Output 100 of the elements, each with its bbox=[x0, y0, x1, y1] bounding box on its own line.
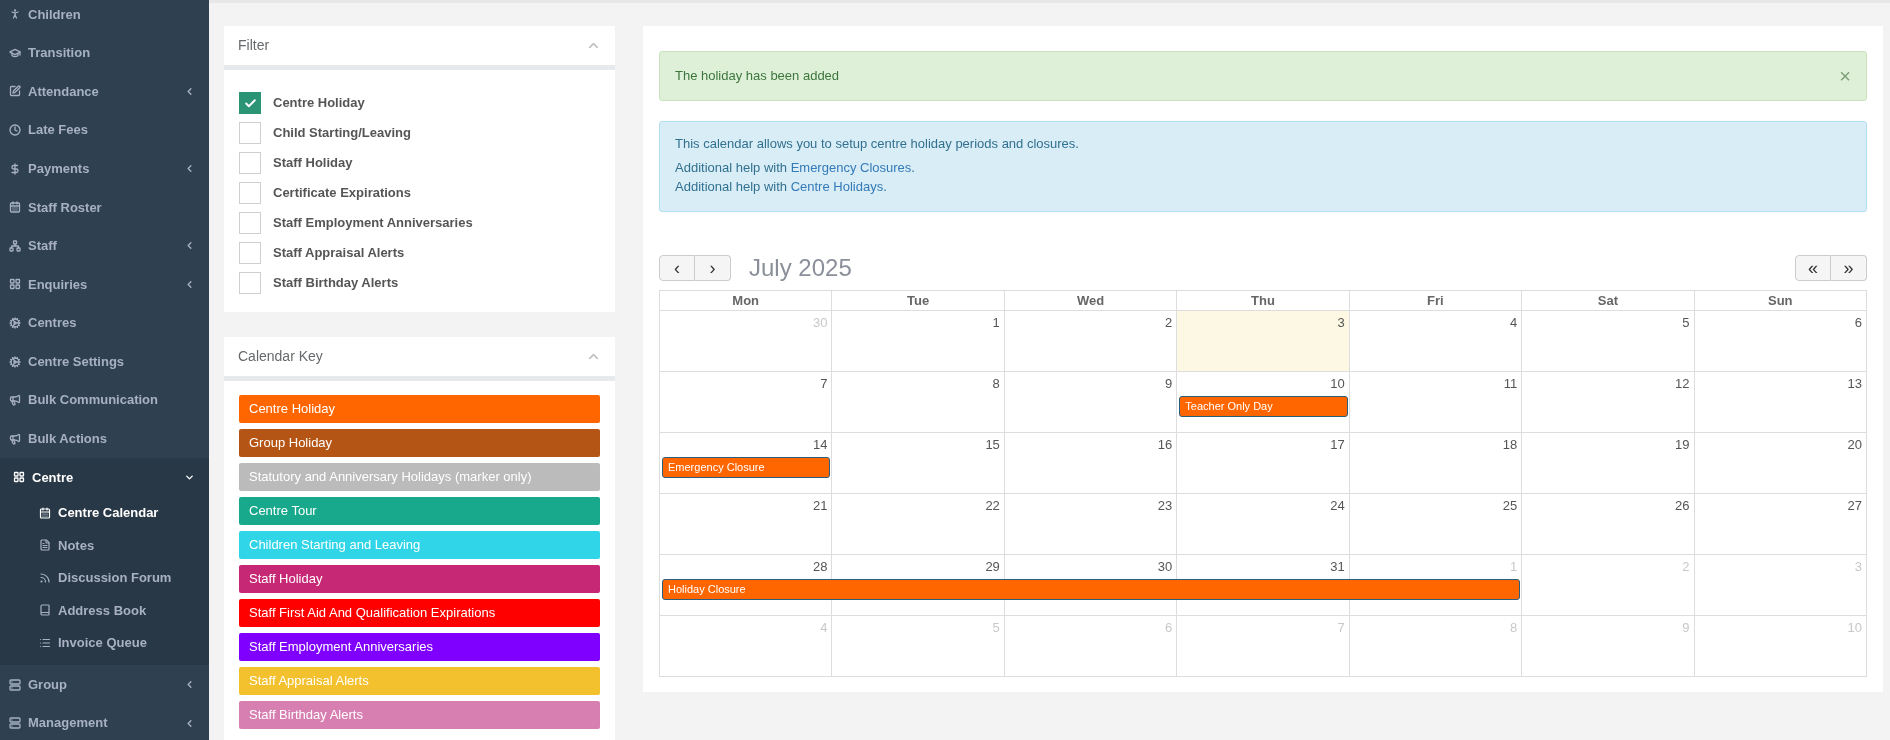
sidebar-item[interactable]: Centre Settings bbox=[0, 342, 209, 381]
day-cell[interactable]: 25 bbox=[1349, 493, 1523, 555]
day-cell[interactable]: 3 bbox=[1177, 310, 1350, 372]
weekday-header: Tue bbox=[832, 290, 1005, 311]
sidebar-item[interactable]: Late Fees bbox=[0, 110, 209, 150]
submenu-item[interactable]: Discussion Forum bbox=[0, 561, 209, 595]
check-icon bbox=[243, 96, 257, 110]
checkbox-label: Staff Holiday bbox=[273, 154, 353, 173]
day-cell[interactable]: 18 bbox=[1349, 432, 1523, 494]
checkbox-label: Centre Holiday bbox=[273, 94, 365, 113]
day-cell[interactable]: 5 bbox=[1522, 310, 1695, 372]
submenu-item[interactable]: Address Book bbox=[0, 594, 209, 627]
sidebar-item[interactable]: Bulk Communication bbox=[0, 380, 209, 420]
legend-item: Group Holiday bbox=[239, 429, 600, 457]
weekday-header: Sat bbox=[1522, 290, 1695, 311]
checkbox-label: Certificate Expirations bbox=[273, 184, 411, 203]
legend-item: Centre Holiday bbox=[239, 395, 600, 423]
day-number: 21 bbox=[812, 496, 828, 515]
edit-icon bbox=[9, 85, 21, 98]
sidebar-item[interactable]: Bulk Actions bbox=[0, 419, 209, 459]
day-cell[interactable]: 7 bbox=[660, 371, 833, 433]
day-cell[interactable]: 17 bbox=[1177, 432, 1350, 494]
info-text: Additional help with Centre Holidays. bbox=[675, 179, 887, 194]
server-icon bbox=[9, 717, 21, 730]
sidebar-item[interactable]: Payments bbox=[0, 149, 209, 188]
day-number: 6 bbox=[1854, 313, 1862, 332]
sidebar-item[interactable]: Group bbox=[0, 665, 209, 704]
sidebar-item[interactable]: Staff Roster bbox=[0, 187, 209, 227]
day-cell[interactable]: 16 bbox=[1004, 432, 1178, 494]
day-cell[interactable]: 13 bbox=[1694, 371, 1867, 433]
calendar-event[interactable]: Holiday Closure bbox=[662, 578, 1521, 600]
day-number: 28 bbox=[812, 557, 828, 576]
checkbox-label: Staff Appraisal Alerts bbox=[273, 244, 405, 263]
server-icon bbox=[9, 678, 21, 691]
next-button[interactable]: › bbox=[695, 254, 731, 281]
gear-icon bbox=[9, 355, 21, 368]
day-cell[interactable]: 26 bbox=[1522, 493, 1695, 555]
submenu-item[interactable]: Invoice Queue bbox=[0, 626, 209, 660]
day-number: 15 bbox=[985, 435, 1000, 454]
sidebar-item[interactable]: Attendance bbox=[0, 72, 209, 111]
legend-item: Staff Holiday bbox=[239, 565, 600, 593]
sidebar-item[interactable]: Centres bbox=[0, 303, 209, 343]
checkbox[interactable] bbox=[239, 182, 261, 204]
checkbox-label: Child Starting/Leaving bbox=[273, 124, 411, 143]
previous-year-button[interactable]: « bbox=[1795, 254, 1831, 281]
day-cell[interactable]: 27 bbox=[1694, 493, 1867, 555]
checkbox[interactable] bbox=[239, 272, 261, 294]
calendar-event[interactable]: Emergency Closure bbox=[662, 456, 831, 478]
day-number: 10 bbox=[1330, 374, 1345, 393]
day-cell[interactable]: 22 bbox=[832, 493, 1005, 555]
list-icon bbox=[39, 636, 51, 649]
legend-item: Staff First Aid And Qualification Expirations bbox=[239, 599, 600, 627]
day-cell[interactable]: 1 bbox=[832, 310, 1005, 372]
submenu-item[interactable]: Notes bbox=[0, 529, 209, 562]
sidebar-item[interactable]: Children bbox=[0, 0, 209, 34]
sidebar-item[interactable]: Staff bbox=[0, 226, 209, 266]
day-number: 16 bbox=[1157, 435, 1173, 454]
day-cell[interactable]: 8 bbox=[832, 371, 1005, 433]
gear-icon bbox=[9, 317, 21, 330]
day-cell[interactable]: 21 bbox=[660, 493, 833, 555]
day-cell[interactable]: 23 bbox=[1004, 493, 1178, 555]
grid-icon bbox=[9, 278, 21, 291]
day-number: 19 bbox=[1675, 435, 1690, 454]
day-cell[interactable]: 20 bbox=[1694, 432, 1867, 494]
day-number: 20 bbox=[1847, 435, 1862, 454]
checkbox[interactable] bbox=[239, 122, 261, 144]
checkbox[interactable] bbox=[239, 212, 261, 234]
day-cell[interactable]: 6 bbox=[1694, 310, 1867, 372]
day-number: 3 bbox=[1337, 313, 1345, 332]
checkbox[interactable] bbox=[239, 152, 261, 174]
legend-item: Staff Birthday Alerts bbox=[239, 701, 600, 729]
day-number: 14 bbox=[812, 435, 828, 454]
sitemap-icon bbox=[9, 239, 21, 252]
next-year-button[interactable]: » bbox=[1831, 254, 1867, 281]
submenu-item[interactable]: Centre Calendar bbox=[0, 496, 209, 530]
day-cell[interactable]: 19 bbox=[1522, 432, 1695, 494]
day-cell[interactable]: 15 bbox=[832, 432, 1005, 494]
megaphone-icon bbox=[9, 432, 21, 445]
day-cell[interactable]: 4 bbox=[1349, 310, 1523, 372]
calendar-event[interactable]: Teacher Only Day bbox=[1179, 395, 1348, 417]
sidebar-item[interactable]: Enquiries bbox=[0, 265, 209, 304]
person-icon bbox=[9, 8, 21, 21]
sidebar-item[interactable]: Centre bbox=[0, 458, 209, 497]
day-cell[interactable]: 12 bbox=[1522, 371, 1695, 433]
day-cell[interactable]: 11 bbox=[1349, 371, 1523, 433]
day-cell[interactable]: 24 bbox=[1177, 493, 1350, 555]
checkbox[interactable] bbox=[239, 242, 261, 264]
alert-message: The holiday has been added bbox=[675, 67, 840, 86]
sidebar-item[interactable]: Transition bbox=[0, 33, 209, 73]
previous-button[interactable]: ‹ bbox=[659, 254, 695, 281]
day-number: 11 bbox=[1503, 374, 1518, 393]
day-cell[interactable]: 2 bbox=[1004, 310, 1178, 372]
checkbox[interactable] bbox=[239, 92, 261, 114]
day-number: 12 bbox=[1675, 374, 1690, 393]
book-icon bbox=[39, 604, 51, 617]
day-number: 24 bbox=[1330, 496, 1345, 515]
day-cell[interactable]: 9 bbox=[1004, 371, 1178, 433]
sidebar-item[interactable]: Management bbox=[0, 703, 209, 740]
day-number: 17 bbox=[1330, 435, 1345, 454]
weekday-header: Sun bbox=[1694, 290, 1867, 311]
